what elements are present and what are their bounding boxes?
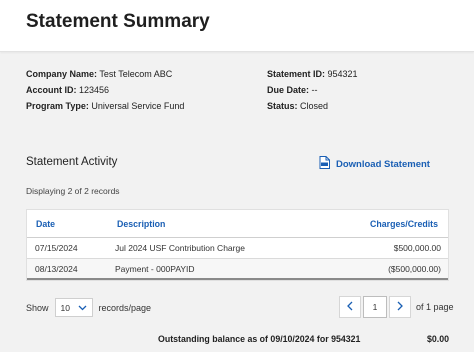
table-row: 07/15/2024 Jul 2024 USF Contribution Cha… (27, 238, 448, 259)
total-pages-label: of 1 page (416, 302, 454, 312)
statement-activity-table: Date Description Charges/Credits 07/15/2… (26, 209, 449, 281)
current-page-input[interactable]: 1 (363, 296, 387, 318)
account-id-label: Account ID: (26, 85, 77, 95)
download-statement-button[interactable]: Download Statement (319, 156, 430, 172)
due-date-value: -- (311, 85, 318, 95)
download-statement-label: Download Statement (336, 158, 430, 170)
row-description: Payment - 000PAYID (115, 263, 195, 274)
records-per-page-label: records/page (98, 302, 152, 313)
page-header: Statement Summary (0, 0, 474, 52)
table-body: 07/15/2024 Jul 2024 USF Contribution Cha… (27, 238, 448, 280)
account-id-row: Account ID: 123456 (26, 85, 109, 95)
outstanding-balance-label: Outstanding balance as of 09/10/2024 for… (158, 334, 361, 344)
page-title: Statement Summary (26, 11, 210, 32)
account-id-value: 123456 (79, 85, 110, 95)
program-type-label: Program Type: (26, 101, 89, 111)
status-label: Status: (267, 101, 298, 111)
program-type-row: Program Type: Universal Service Fund (26, 101, 184, 111)
chevron-left-icon (347, 300, 353, 314)
due-date-row: Due Date: -- (267, 85, 318, 95)
statement-id-label: Statement ID: (267, 69, 326, 79)
page-size-value: 10 (60, 302, 70, 313)
outstanding-balance-amount: $0.00 (426, 334, 449, 344)
company-name-value: Test Telecom ABC (99, 69, 173, 79)
statement-id-row: Statement ID: 954321 (267, 69, 358, 79)
previous-page-button[interactable] (339, 296, 361, 318)
pdf-file-icon (319, 156, 330, 172)
column-header-charges[interactable]: Charges/Credits (308, 219, 448, 229)
table-header: Date Description Charges/Credits (27, 210, 448, 238)
due-date-label: Due Date: (267, 85, 310, 95)
page-size-select[interactable]: 10 (54, 298, 93, 317)
row-date: 07/15/2024 (35, 243, 78, 253)
chevron-right-icon (397, 300, 403, 314)
company-name-label: Company Name: (26, 69, 98, 79)
row-description: Jul 2024 USF Contribution Charge (115, 243, 245, 253)
statement-activity-title: Statement Activity (26, 156, 118, 168)
chevron-down-icon (78, 303, 87, 313)
company-name-row: Company Name: Test Telecom ABC (26, 69, 172, 79)
status-value: Closed (300, 101, 329, 111)
statement-id-value: 954321 (327, 69, 358, 79)
column-header-description[interactable]: Description (109, 219, 308, 229)
row-date: 08/13/2024 (35, 263, 78, 274)
row-amount: $500,000.00 (393, 243, 441, 253)
page-size-control: Show 10 records/page (26, 298, 151, 317)
next-page-button[interactable] (389, 296, 411, 318)
status-row: Status: Closed (267, 101, 328, 111)
records-count-text: Displaying 2 of 2 records (26, 186, 120, 196)
program-type-value: Universal Service Fund (91, 101, 185, 111)
table-row: 08/13/2024 Payment - 000PAYID ($500,000.… (27, 259, 448, 280)
pagination: 1 of 1 page (339, 296, 454, 318)
row-amount: ($500,000.00) (388, 263, 441, 274)
show-label: Show (26, 302, 49, 313)
column-header-date[interactable]: Date (27, 219, 109, 229)
